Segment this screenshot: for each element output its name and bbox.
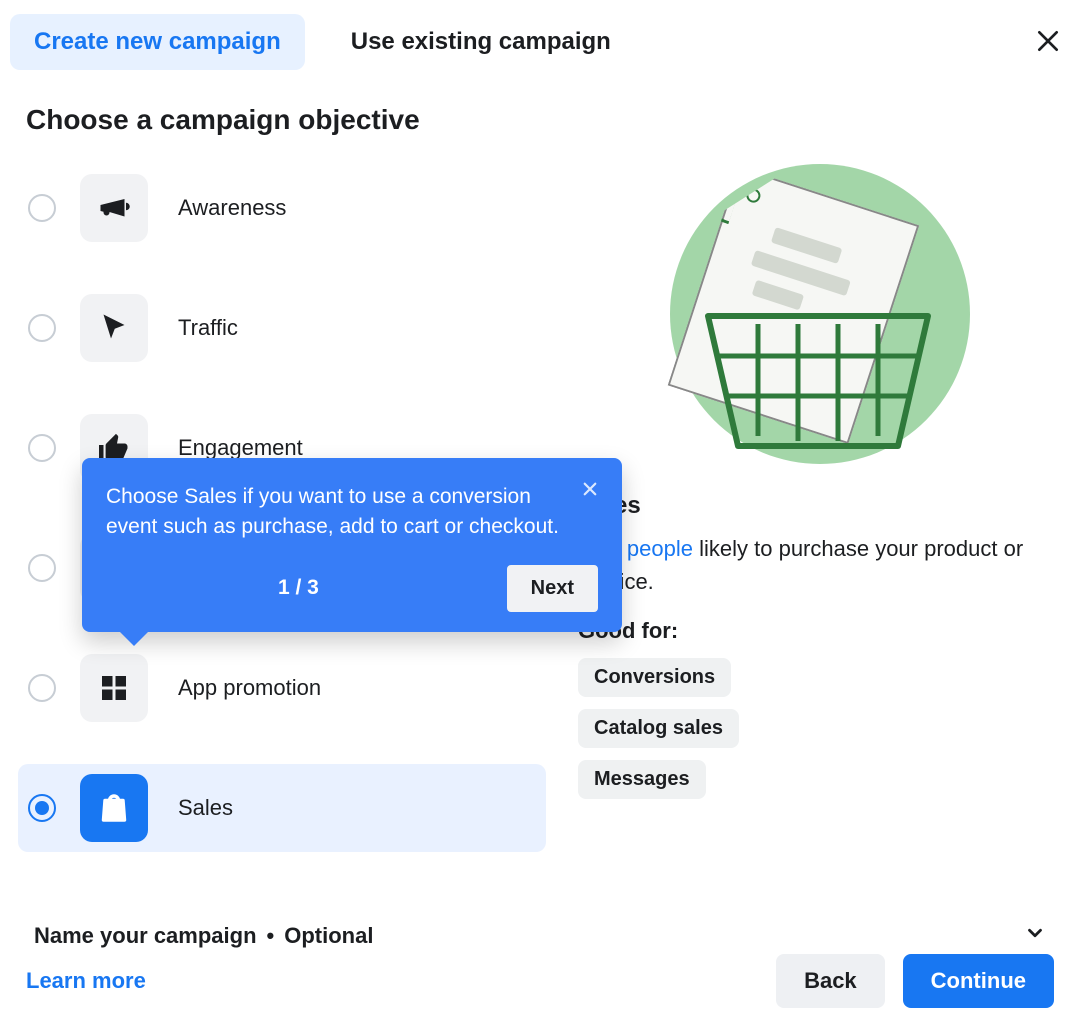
sales-illustration [670,164,970,464]
objective-label: Awareness [178,195,286,221]
popover-text: Choose Sales if you want to use a conver… [106,482,598,543]
close-button[interactable] [1026,20,1070,64]
guidance-popover: Choose Sales if you want to use a conver… [82,458,622,632]
close-icon [581,480,599,501]
tab-create-new-campaign[interactable]: Create new campaign [10,14,305,70]
popover-next-button[interactable]: Next [507,565,598,612]
tabs-row: Create new campaign Use existing campaig… [0,0,1080,82]
footer: Learn more Back Continue [0,936,1080,1026]
continue-button[interactable]: Continue [903,954,1054,1008]
pointer-icon [80,294,148,362]
app-grid-icon [80,654,148,722]
objective-label: Traffic [178,315,238,341]
radio-leads[interactable] [28,554,56,582]
popover-page-indicator: 1 / 3 [278,576,319,600]
objective-awareness[interactable]: Awareness [18,164,546,252]
summary-description: Find people likely to purchase your prod… [578,532,1062,598]
radio-app-promotion[interactable] [28,674,56,702]
megaphone-icon [80,174,148,242]
radio-awareness[interactable] [28,194,56,222]
objective-summary: Sales Find people likely to purchase you… [578,164,1062,852]
radio-traffic[interactable] [28,314,56,342]
radio-engagement[interactable] [28,434,56,462]
chip-messages: Messages [578,760,706,799]
summary-title: Sales [578,492,1062,520]
objective-app-promotion[interactable]: App promotion [18,644,546,732]
page-title: Choose a campaign objective [0,82,1080,164]
close-icon [1035,28,1061,57]
chip-catalog-sales: Catalog sales [578,709,739,748]
good-for-chips: Conversions Catalog sales Messages [578,658,1062,799]
tab-use-existing-campaign[interactable]: Use existing campaign [327,14,635,70]
objective-label: Sales [178,795,233,821]
back-button[interactable]: Back [776,954,885,1008]
objective-sales[interactable]: Sales [18,764,546,852]
shopping-bag-icon [80,774,148,842]
learn-more-link[interactable]: Learn more [26,968,146,994]
radio-sales[interactable] [28,794,56,822]
good-for-label: Good for: [578,618,1062,644]
chip-conversions: Conversions [578,658,731,697]
objective-label: App promotion [178,675,321,701]
objective-traffic[interactable]: Traffic [18,284,546,372]
popover-close-button[interactable] [576,476,604,504]
summary-people-link[interactable]: people [627,536,693,561]
